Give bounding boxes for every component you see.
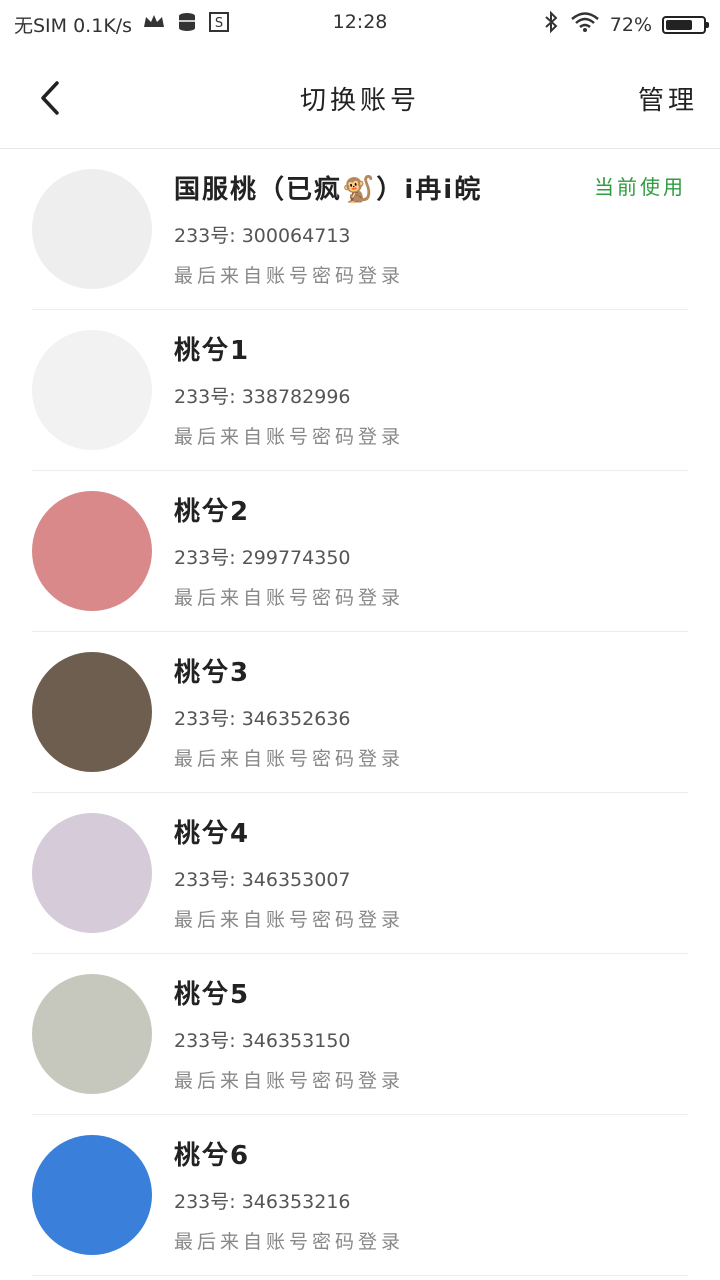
account-name: 国服桃（已疯🐒）i冉i皖 bbox=[174, 175, 483, 205]
avatar bbox=[32, 491, 152, 611]
avatar bbox=[32, 652, 152, 772]
battery-icon bbox=[662, 15, 709, 34]
account-id: 233号: 346353007 bbox=[174, 869, 351, 891]
avatar bbox=[32, 1135, 152, 1255]
manage-button[interactable]: 管理 bbox=[638, 80, 698, 117]
account-id: 233号: 338782996 bbox=[174, 386, 351, 408]
avatar bbox=[32, 813, 152, 933]
account-item[interactable]: 桃兮4 233号: 346353007 最后来自账号密码登录 bbox=[32, 793, 688, 954]
account-id: 233号: 300064713 bbox=[174, 225, 351, 247]
account-item[interactable]: 桃兮3 233号: 346352636 最后来自账号密码登录 bbox=[32, 632, 688, 793]
account-item[interactable]: 国服桃（已疯🐒）i冉i皖 当前使用 233号: 300064713 最后来自账号… bbox=[32, 149, 688, 310]
login-method: 最后来自账号密码登录 bbox=[174, 1070, 405, 1092]
battery-fill bbox=[666, 19, 692, 30]
current-use-badge: 当前使用 bbox=[594, 175, 686, 199]
login-method: 最后来自账号密码登录 bbox=[174, 909, 405, 931]
avatar bbox=[32, 974, 152, 1094]
login-method: 最后来自账号密码登录 bbox=[174, 265, 405, 287]
login-method: 最后来自账号密码登录 bbox=[174, 426, 405, 448]
battery-percent: 72% bbox=[609, 13, 652, 36]
account-name: 桃兮1 bbox=[174, 336, 251, 366]
login-method: 最后来自账号密码登录 bbox=[174, 748, 405, 770]
avatar bbox=[32, 330, 152, 450]
account-list: 国服桃（已疯🐒）i冉i皖 当前使用 233号: 300064713 最后来自账号… bbox=[0, 149, 720, 1276]
wifi-icon bbox=[570, 11, 600, 38]
account-name: 桃兮2 bbox=[174, 497, 251, 527]
account-name: 桃兮3 bbox=[174, 658, 251, 688]
avatar bbox=[32, 169, 152, 289]
account-item[interactable]: 桃兮1 233号: 338782996 最后来自账号密码登录 bbox=[32, 310, 688, 471]
login-method: 最后来自账号密码登录 bbox=[174, 587, 405, 609]
account-id: 233号: 299774350 bbox=[174, 547, 351, 569]
account-item[interactable]: 桃兮6 233号: 346353216 最后来自账号密码登录 bbox=[32, 1115, 688, 1276]
account-name: 桃兮4 bbox=[174, 819, 251, 849]
page-title: 切换账号 bbox=[299, 86, 420, 116]
app-header: 切换账号 管理 bbox=[0, 48, 720, 149]
status-bar: 无SIM 0.1K/s S 12:28 72% bbox=[0, 0, 720, 48]
account-name: 桃兮6 bbox=[174, 1141, 251, 1171]
account-item[interactable]: 桃兮2 233号: 299774350 最后来自账号密码登录 bbox=[32, 471, 688, 632]
login-method: 最后来自账号密码登录 bbox=[174, 1231, 405, 1253]
status-right: 72% bbox=[542, 10, 709, 39]
account-name: 桃兮5 bbox=[174, 980, 251, 1010]
bluetooth-icon bbox=[542, 10, 560, 39]
account-id: 233号: 346353216 bbox=[174, 1191, 351, 1213]
account-id: 233号: 346353150 bbox=[174, 1030, 351, 1052]
account-id: 233号: 346352636 bbox=[174, 708, 351, 730]
account-item[interactable]: 桃兮5 233号: 346353150 最后来自账号密码登录 bbox=[32, 954, 688, 1115]
